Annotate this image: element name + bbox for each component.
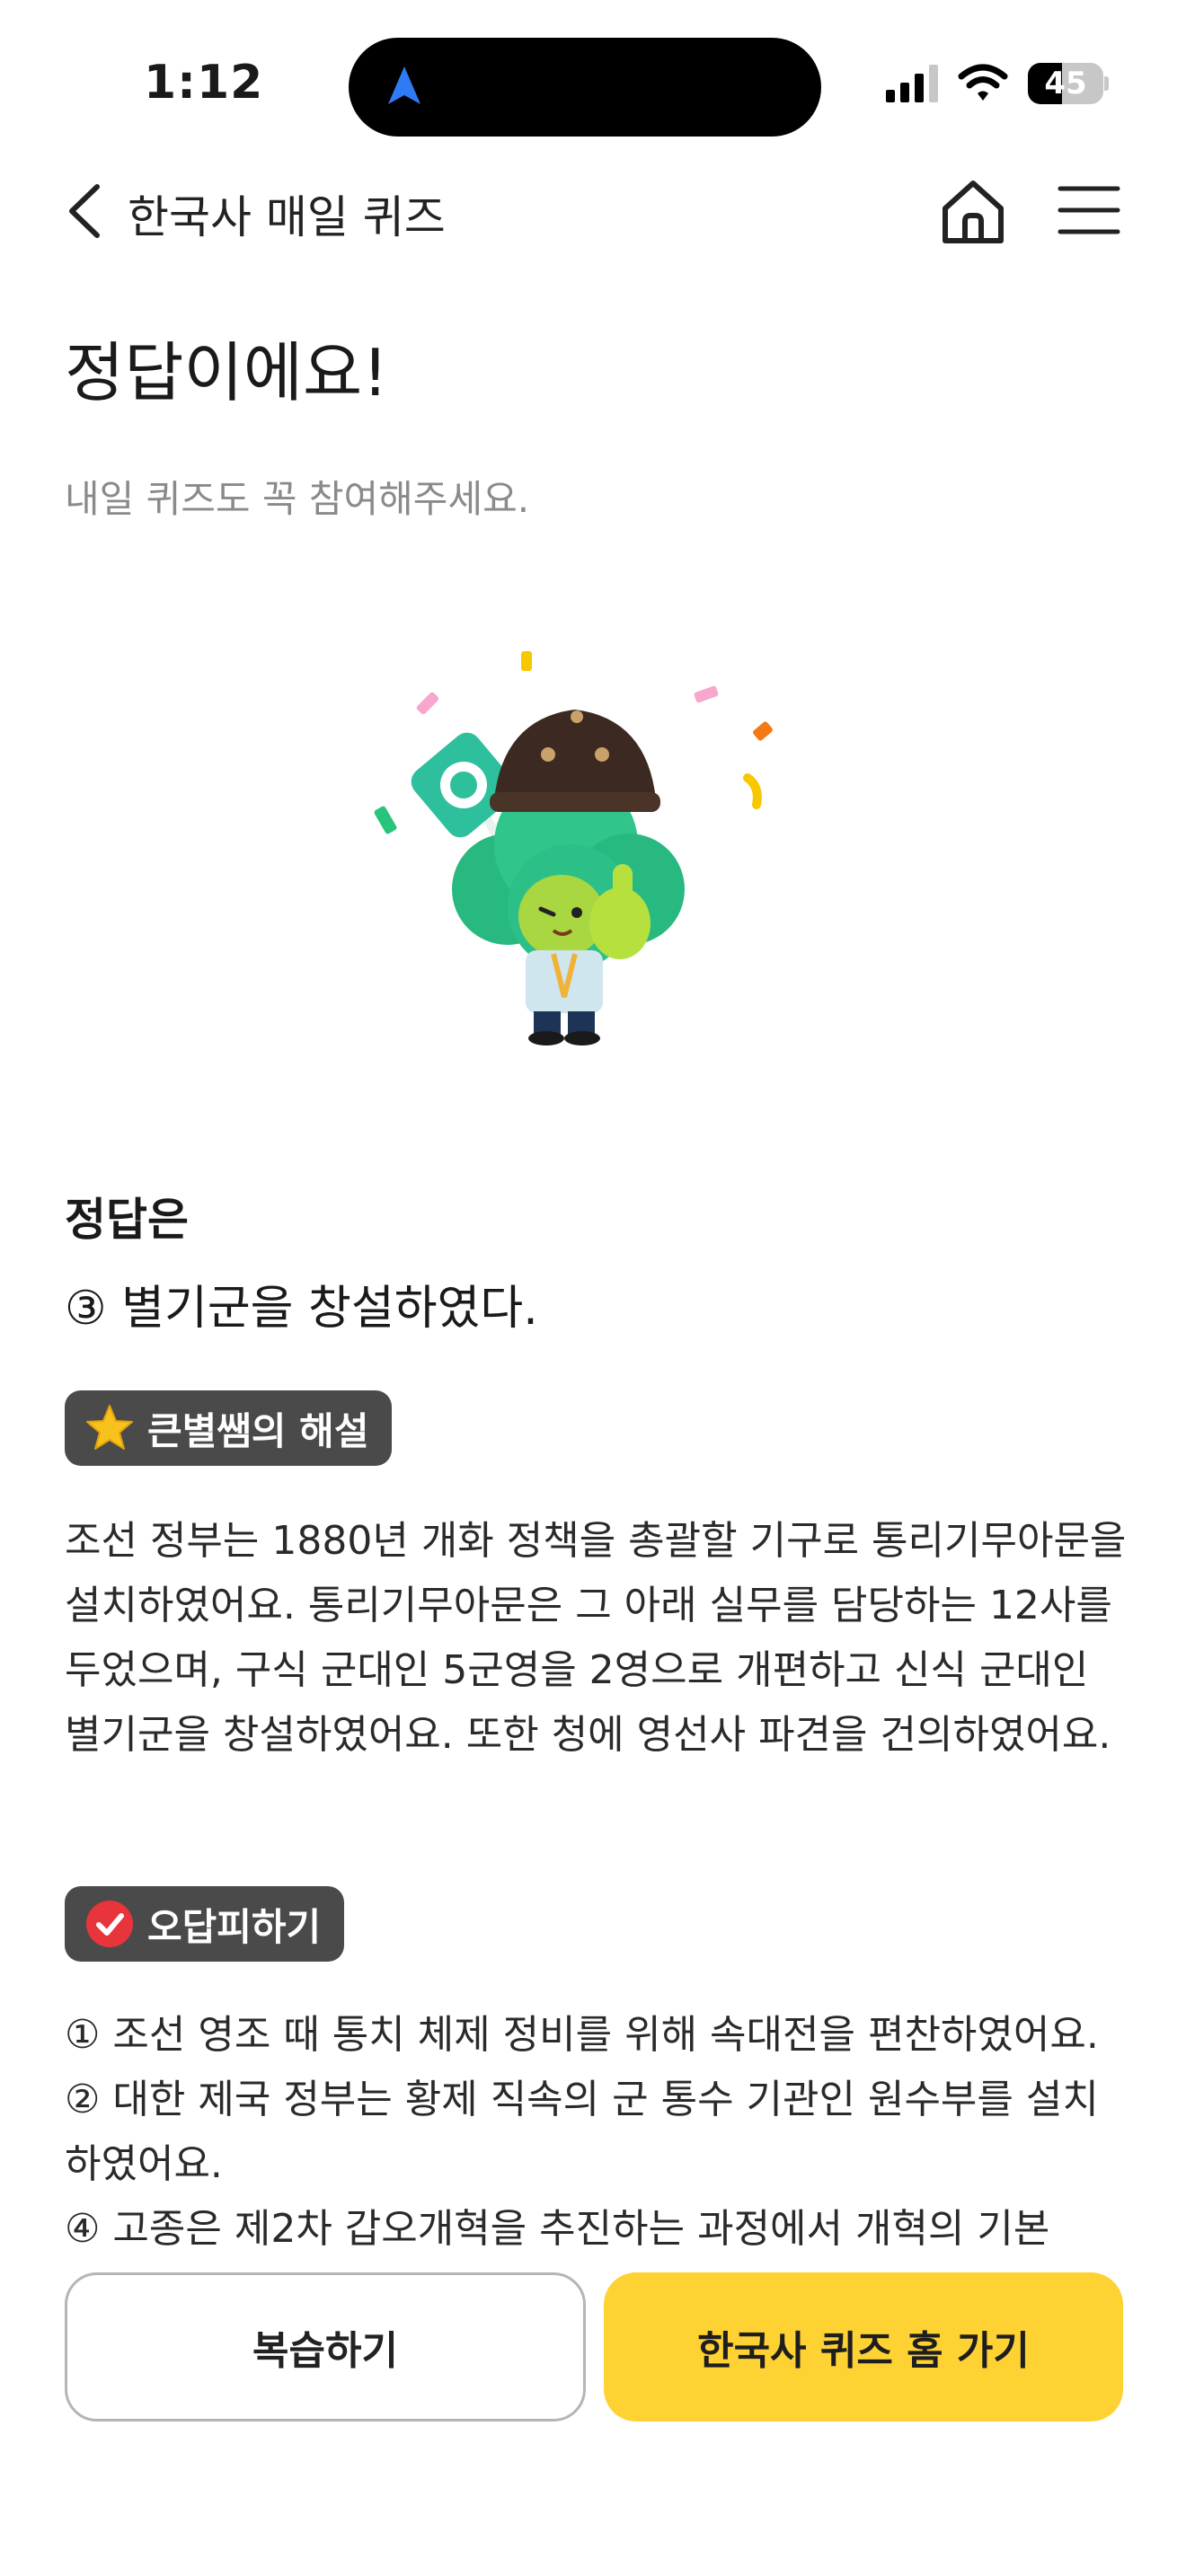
list-item: ① 조선 영조 때 통치 체제 정비를 위해 속대전을 편찬하였어요. bbox=[65, 2012, 1099, 2058]
home-icon[interactable] bbox=[934, 172, 1012, 250]
explanation-badge-label: 큰별쌤의 해설 bbox=[147, 1408, 369, 1453]
status-icons: 45 bbox=[886, 63, 1109, 104]
status-bar: 1:12 45 bbox=[0, 0, 1186, 153]
app-header: 한국사 매일 퀴즈 bbox=[0, 162, 1186, 260]
explanation-badge: 큰별쌤의 해설 bbox=[65, 1390, 393, 1466]
answer-label: 정답은 bbox=[65, 1194, 189, 1246]
back-chevron-icon[interactable] bbox=[61, 181, 108, 241]
hamburger-menu-icon[interactable] bbox=[1057, 178, 1121, 243]
wrong-answers-badge-label: 오답피하기 bbox=[147, 1904, 322, 1949]
quiz-home-button[interactable]: 한국사 퀴즈 홈 가기 bbox=[604, 2272, 1123, 2422]
status-time: 1:12 bbox=[144, 56, 264, 110]
star-icon bbox=[86, 1405, 133, 1450]
result-title: 정답이에요! bbox=[65, 335, 389, 410]
wrong-answers-badge: 오답피하기 bbox=[65, 1886, 345, 1962]
navigation-arrow-icon bbox=[388, 66, 420, 104]
correct-answer-text: ③ 별기군을 창설하였다. bbox=[65, 1282, 538, 1336]
dynamic-island bbox=[349, 38, 821, 137]
review-button[interactable]: 복습하기 bbox=[65, 2272, 586, 2422]
battery-percent: 45 bbox=[1044, 66, 1087, 101]
check-circle-icon bbox=[86, 1901, 133, 1947]
list-item: ② 대한 제국 정부는 황제 직속의 군 통수 기관인 원수부를 설치하였어요. bbox=[65, 2077, 1099, 2187]
explanation-text: 조선 정부는 1880년 개화 정책을 총괄할 기구로 통리기무아문을 설치하였… bbox=[65, 1518, 1127, 1758]
cellular-signal-icon bbox=[886, 65, 938, 102]
result-subtitle: 내일 퀴즈도 꼭 참여해주세요. bbox=[65, 477, 530, 521]
page-title: 한국사 매일 퀴즈 bbox=[128, 191, 446, 243]
battery-icon: 45 bbox=[1028, 63, 1109, 104]
quiz-result-screen: 1:12 45 한국사 매일 퀴즈 정답이에요! 내일 퀴즈도 꼭 참여해주세요… bbox=[0, 0, 1186, 2576]
mascot-thumbs-up-illustration bbox=[374, 651, 773, 1045]
wifi-icon bbox=[958, 64, 1008, 101]
